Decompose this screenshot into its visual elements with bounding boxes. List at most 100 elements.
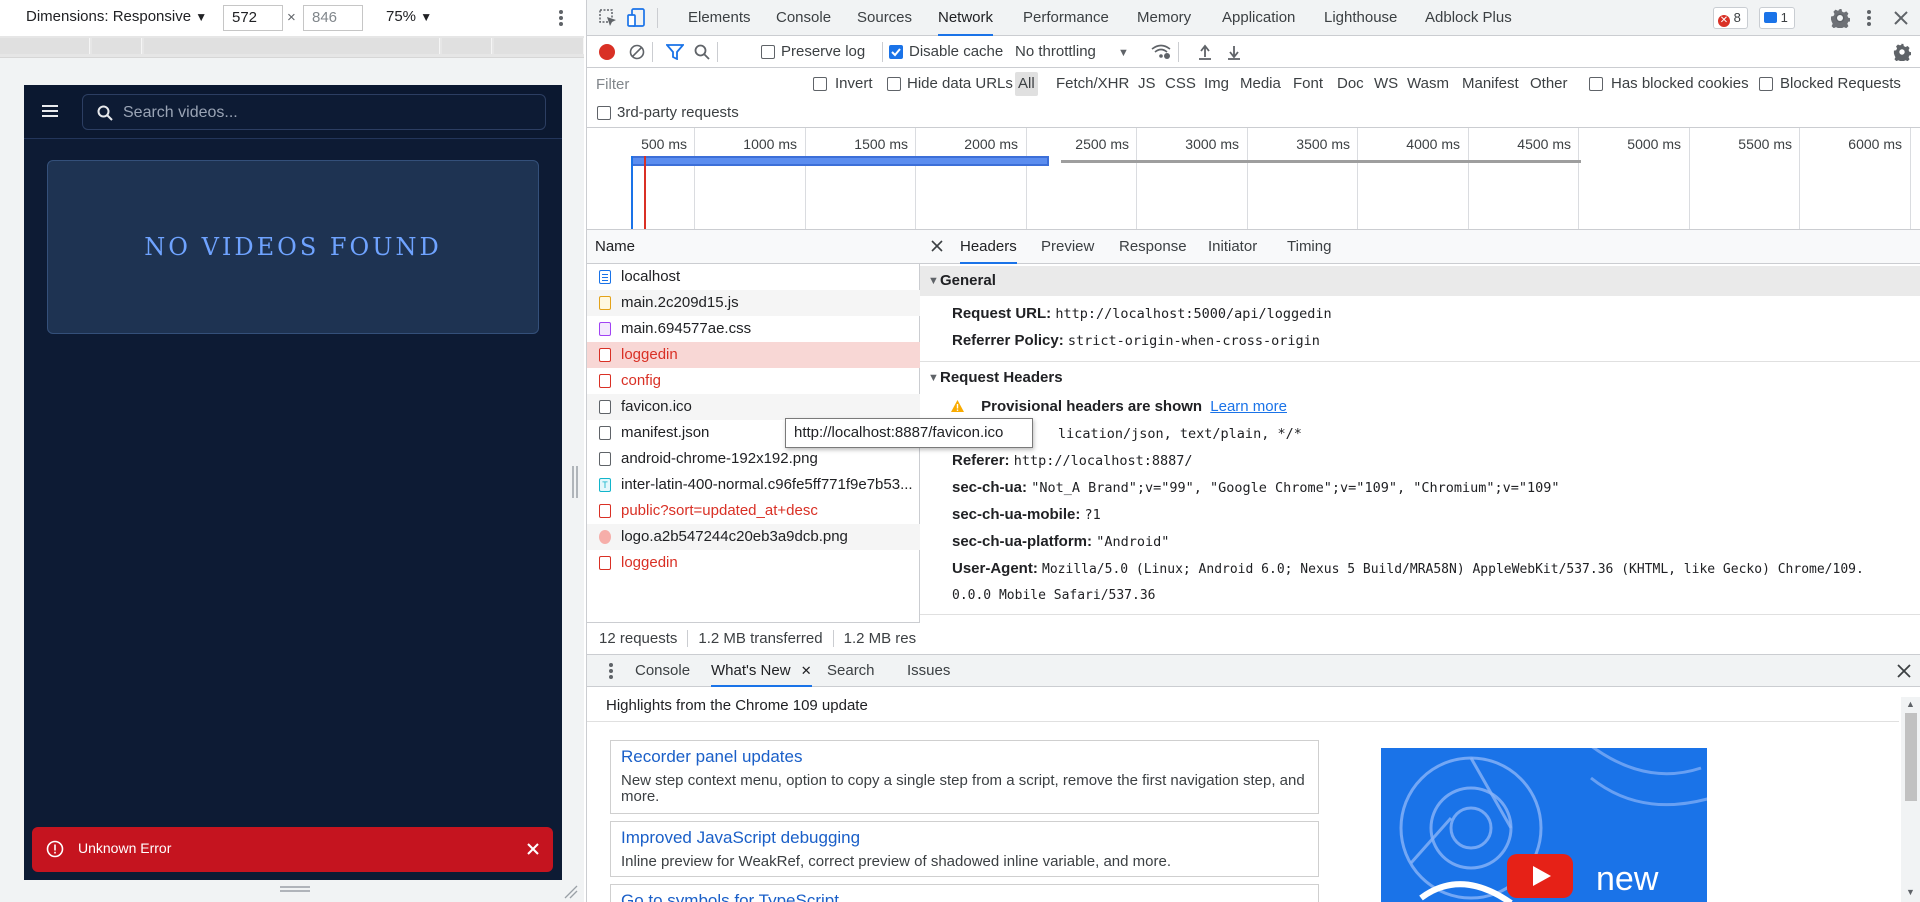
resize-handle-icon[interactable] xyxy=(280,884,310,894)
request-row[interactable]: main.2c209d15.js xyxy=(587,290,920,316)
drawer-tab-console[interactable]: Console xyxy=(635,655,690,687)
tab-timing[interactable]: Timing xyxy=(1287,230,1331,264)
tab-lighthouse[interactable]: Lighthouse xyxy=(1324,0,1397,36)
learn-more-link[interactable]: Learn more xyxy=(1210,398,1287,415)
height-input[interactable]: 846 xyxy=(303,5,363,31)
hamburger-menu-icon[interactable] xyxy=(40,101,60,121)
tab-application[interactable]: Application xyxy=(1222,0,1295,36)
more-options-icon[interactable] xyxy=(558,9,564,27)
close-devtools-icon[interactable] xyxy=(1894,11,1908,25)
request-row[interactable]: loggedin xyxy=(587,342,920,368)
network-settings-icon[interactable] xyxy=(1893,43,1911,61)
close-icon[interactable]: ✕ xyxy=(801,663,812,678)
filter-type-img[interactable]: Img xyxy=(1201,72,1232,96)
third-party-checkbox[interactable] xyxy=(597,106,611,120)
filter-type-all[interactable]: All xyxy=(1015,72,1038,96)
network-overview-timeline[interactable]: 500 ms 1000 ms 1500 ms 2000 ms 2500 ms 3… xyxy=(587,128,1920,230)
request-row[interactable]: logo.a2b547244c20eb3a9dcb.png xyxy=(587,524,920,550)
blocked-requests-checkbox[interactable] xyxy=(1759,77,1773,91)
column-name-header[interactable]: Name xyxy=(587,230,920,264)
message-count-badge[interactable]: 1 xyxy=(1759,7,1795,29)
width-input[interactable]: 572 xyxy=(223,5,283,31)
filter-type-fetch-xhr[interactable]: Fetch/XHR xyxy=(1053,72,1132,96)
close-icon[interactable] xyxy=(526,842,540,856)
request-row[interactable]: favicon.ico xyxy=(587,394,920,420)
clear-icon[interactable] xyxy=(629,44,645,60)
request-row[interactable]: android-chrome-192x192.png xyxy=(587,446,920,472)
dimensions-select[interactable]: Dimensions: Responsive ▼ xyxy=(26,8,207,25)
scroll-up-arrow-icon[interactable]: ▲ xyxy=(1906,699,1915,709)
youtube-play-icon[interactable] xyxy=(1507,854,1573,898)
close-drawer-icon[interactable] xyxy=(1897,664,1911,678)
filter-type-doc[interactable]: Doc xyxy=(1334,72,1367,96)
filter-icon[interactable] xyxy=(666,44,684,60)
request-row[interactable]: public?sort=updated_at+desc xyxy=(587,498,920,524)
drawer-scrollbar[interactable]: ▲ ▼ xyxy=(1901,697,1920,902)
request-row[interactable]: config xyxy=(587,368,920,394)
general-section-header[interactable]: ▼ General xyxy=(920,266,1920,296)
request-row[interactable]: localhost xyxy=(587,264,920,290)
inspect-element-icon[interactable] xyxy=(599,9,617,27)
media-query-ruler[interactable] xyxy=(0,36,584,58)
request-row[interactable]: T inter-latin-400-normal.c96fe5ff771f9e7… xyxy=(587,472,920,498)
record-icon[interactable] xyxy=(599,44,615,60)
throttling-select[interactable]: No throttling ▼ xyxy=(1015,43,1129,60)
device-toggle-icon[interactable] xyxy=(627,8,647,28)
tab-headers[interactable]: Headers xyxy=(960,230,1017,264)
hide-data-urls-checkbox[interactable] xyxy=(887,77,901,91)
request-row[interactable]: main.694577ae.css xyxy=(587,316,920,342)
filter-type-media[interactable]: Media xyxy=(1237,72,1284,96)
chrome-update-video-thumbnail[interactable]: new xyxy=(1381,748,1707,902)
feature-card[interactable]: Improved JavaScript debugging Inline pre… xyxy=(610,821,1319,877)
search-icon[interactable] xyxy=(694,44,710,60)
drawer-tab-search[interactable]: Search xyxy=(827,655,875,687)
tab-console[interactable]: Console xyxy=(776,0,831,36)
feature-card[interactable]: Recorder panel updates New step context … xyxy=(610,740,1319,814)
settings-gear-icon[interactable] xyxy=(1830,8,1850,28)
filter-type-wasm[interactable]: Wasm xyxy=(1404,72,1452,96)
tab-adblock-plus[interactable]: Adblock Plus xyxy=(1425,0,1512,36)
drawer-tab-whats-new[interactable]: What's New ✕ xyxy=(711,655,812,687)
error-icon: ✕ xyxy=(1718,15,1730,27)
tab-elements[interactable]: Elements xyxy=(688,0,751,36)
filter-input[interactable] xyxy=(591,72,795,96)
tab-preview[interactable]: Preview xyxy=(1041,230,1094,264)
scroll-down-arrow-icon[interactable]: ▼ xyxy=(1906,887,1915,897)
tab-response[interactable]: Response xyxy=(1119,230,1187,264)
tab-performance[interactable]: Performance xyxy=(1023,0,1109,36)
zoom-select[interactable]: 75% ▼ xyxy=(386,8,432,25)
tab-sources[interactable]: Sources xyxy=(857,0,912,36)
feature-title[interactable]: Improved JavaScript debugging xyxy=(621,828,860,848)
error-count-badge[interactable]: ✕ 8 xyxy=(1713,7,1748,29)
filter-type-css[interactable]: CSS xyxy=(1162,72,1199,96)
search-input[interactable] xyxy=(123,102,523,124)
corner-resize-icon[interactable] xyxy=(563,884,579,900)
panel-splitter-icon[interactable] xyxy=(571,466,579,498)
file-icon xyxy=(599,400,611,414)
filter-type-manifest[interactable]: Manifest xyxy=(1459,72,1522,96)
tab-network[interactable]: Network xyxy=(938,0,994,36)
feature-card[interactable]: Go to symbols for TypeScript xyxy=(610,884,1319,902)
feature-title[interactable]: Recorder panel updates xyxy=(621,747,802,767)
drawer-tab-issues[interactable]: Issues xyxy=(907,655,950,687)
filter-type-other[interactable]: Other xyxy=(1527,72,1571,96)
disable-cache-checkbox[interactable] xyxy=(889,45,903,59)
filter-type-font[interactable]: Font xyxy=(1290,72,1326,96)
tab-initiator[interactable]: Initiator xyxy=(1208,230,1257,264)
more-options-icon[interactable] xyxy=(1866,9,1872,27)
has-blocked-cookies-checkbox[interactable] xyxy=(1589,77,1603,91)
filter-type-js[interactable]: JS xyxy=(1135,72,1159,96)
request-row[interactable]: loggedin xyxy=(587,550,920,576)
scrollbar-thumb[interactable] xyxy=(1905,713,1917,801)
export-har-icon[interactable] xyxy=(1227,44,1241,60)
filter-type-ws[interactable]: WS xyxy=(1371,72,1401,96)
import-har-icon[interactable] xyxy=(1198,44,1212,60)
drawer-menu-icon[interactable] xyxy=(608,662,614,680)
feature-title[interactable]: Go to symbols for TypeScript xyxy=(621,891,839,902)
tab-memory[interactable]: Memory xyxy=(1137,0,1191,36)
invert-checkbox[interactable] xyxy=(813,77,827,91)
close-icon[interactable] xyxy=(931,240,943,252)
preserve-log-checkbox[interactable] xyxy=(761,45,775,59)
network-conditions-icon[interactable] xyxy=(1151,44,1171,60)
request-headers-section-header[interactable]: ▼ Request Headers xyxy=(920,363,1920,393)
